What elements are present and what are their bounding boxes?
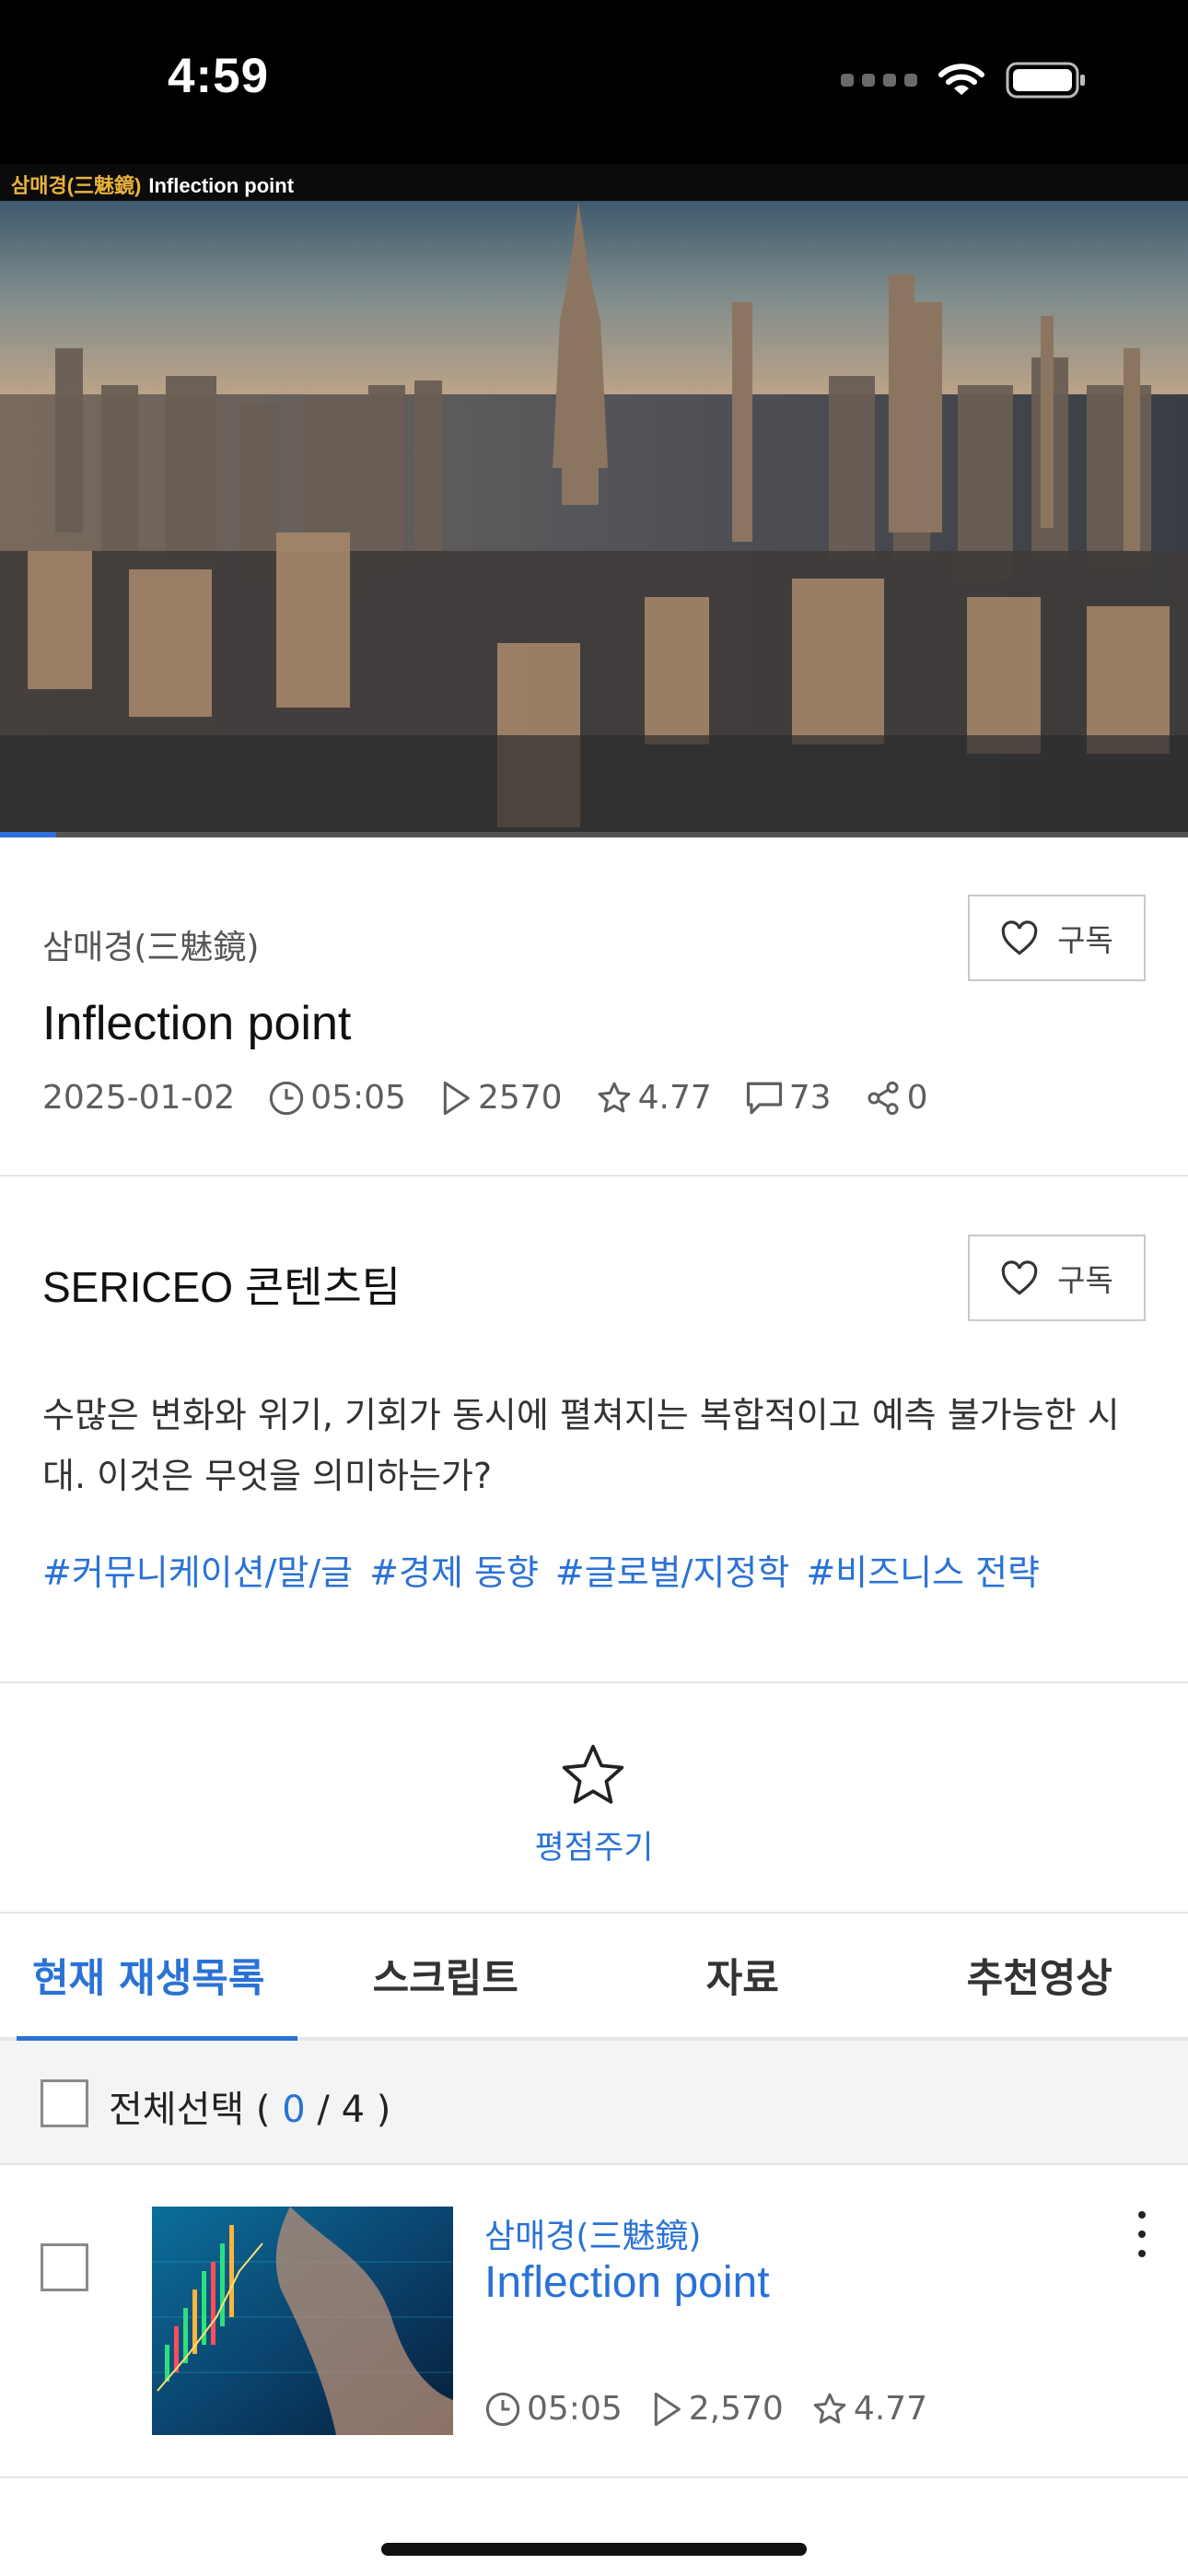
star-outline-icon[interactable] [558, 1742, 628, 1809]
overlay-title: Inflection point [148, 174, 295, 197]
rate-video-section[interactable]: 평점주기 [0, 1683, 1188, 1914]
wifi-icon [938, 64, 984, 95]
upload-date: 2025-01-02 [42, 1079, 236, 1117]
play-icon [654, 2392, 681, 2426]
tag-link[interactable]: #비즈니스 전략 [806, 1544, 1040, 1595]
select-count-open: ( [255, 2089, 271, 2131]
tab-recommended[interactable]: 추천영상 [891, 1914, 1188, 2037]
play-icon [443, 1081, 470, 1115]
share-icon[interactable] [865, 1080, 902, 1117]
star-icon [598, 1082, 630, 1112]
select-all-text: 전체선택 [109, 2089, 245, 2131]
video-overlay-caption: 삼매경(三魅鏡) Inflection point [11, 170, 294, 199]
channel-name[interactable]: 삼매경(三魅鏡) [42, 920, 259, 968]
status-icons [841, 61, 1087, 100]
select-count-close: ) [376, 2089, 391, 2131]
home-indicator [381, 2543, 807, 2556]
tag-list: #커뮤니케이션/말/글 #경제 동향 #글로벌/지정학 #비즈니스 전략 [42, 1544, 1040, 1595]
video-thumbnail[interactable] [152, 2207, 453, 2435]
star-icon [813, 2393, 846, 2423]
video-info-section: 삼매경(三魅鏡) 구독 Inflection point 2025-01-02 … [0, 837, 1188, 1177]
total-count: 4 [341, 2089, 366, 2131]
comment-icon[interactable] [745, 1080, 784, 1117]
video-meta: 2025-01-02 05:05 2570 4.77 73 0 [42, 1079, 961, 1117]
video-duration: 05:05 [310, 1079, 406, 1117]
cellular-signal-icon [841, 74, 917, 87]
item-meta: 05:05 2,570 4.77 [484, 2390, 955, 2428]
video-description: 수많은 변화와 위기, 기회가 동시에 펼쳐지는 복합적이고 예측 불가능한 시… [42, 1395, 1120, 1496]
tab-script[interactable]: 스크립트 [297, 1914, 595, 2037]
select-all-label[interactable]: 전체선택 ( 0 / 4 ) [109, 2079, 390, 2133]
item-rating: 4.77 [853, 2390, 927, 2428]
battery-icon [1006, 62, 1085, 99]
list-item[interactable]: 삼매경(三魅鏡) Inflection point 05:05 2,570 4.… [0, 2165, 1188, 2478]
status-time: 4:59 [168, 49, 270, 103]
select-all-checkbox[interactable] [41, 2079, 88, 2127]
thumbnail-image [152, 2207, 453, 2435]
subscribe-creator-button[interactable]: 구독 [968, 1235, 1146, 1321]
clock-icon [270, 1081, 304, 1115]
video-player[interactable] [0, 164, 1188, 837]
tag-link[interactable]: #경제 동향 [369, 1544, 539, 1595]
video-frame-image [0, 164, 1188, 837]
view-count: 2570 [477, 1079, 563, 1117]
heart-icon [1001, 1260, 1038, 1295]
tab-materials[interactable]: 자료 [594, 1914, 891, 2037]
item-channel[interactable]: 삼매경(三魅鏡) [484, 2209, 701, 2257]
creator-section: SERICEO 콘텐츠팀 구독 수많은 변화와 위기, 기회가 동시에 펼쳐지는… [0, 1177, 1188, 1683]
share-count[interactable]: 0 [907, 1079, 928, 1117]
tag-link[interactable]: #커뮤니케이션/말/글 [42, 1544, 353, 1595]
heart-icon [1001, 920, 1038, 955]
item-checkbox[interactable] [41, 2243, 88, 2291]
item-duration: 05:05 [527, 2390, 623, 2428]
video-title: Inflection point [42, 997, 352, 1050]
comment-count[interactable]: 73 [789, 1079, 832, 1117]
rating-score: 4.77 [637, 1079, 712, 1117]
item-title[interactable]: Inflection point [484, 2257, 770, 2308]
select-all-bar: 전체선택 ( 0 / 4 ) [0, 2041, 1188, 2165]
subscribe-label: 구독 [1057, 922, 1113, 958]
subscribe-channel-button[interactable]: 구독 [968, 895, 1146, 981]
selected-count: 0 [282, 2089, 306, 2131]
rate-button-label[interactable]: 평점주기 [0, 1821, 1188, 1868]
more-options-icon[interactable] [1133, 2211, 1151, 2257]
status-bar: 4:59 [0, 0, 1188, 164]
tag-link[interactable]: #글로벌/지정학 [555, 1544, 789, 1595]
subscribe-label: 구독 [1057, 1262, 1113, 1298]
item-views: 2,570 [688, 2390, 784, 2428]
creator-name[interactable]: SERICEO 콘텐츠팀 [42, 1254, 401, 1315]
clock-icon [485, 2392, 520, 2426]
overlay-channel: 삼매경(三魅鏡) [11, 174, 142, 197]
tab-current-playlist[interactable]: 현재 재생목록 [0, 1914, 297, 2041]
content-tabs: 현재 재생목록 스크립트 자료 추천영상 [0, 1914, 1188, 2041]
select-count-separator: / [317, 2089, 330, 2131]
